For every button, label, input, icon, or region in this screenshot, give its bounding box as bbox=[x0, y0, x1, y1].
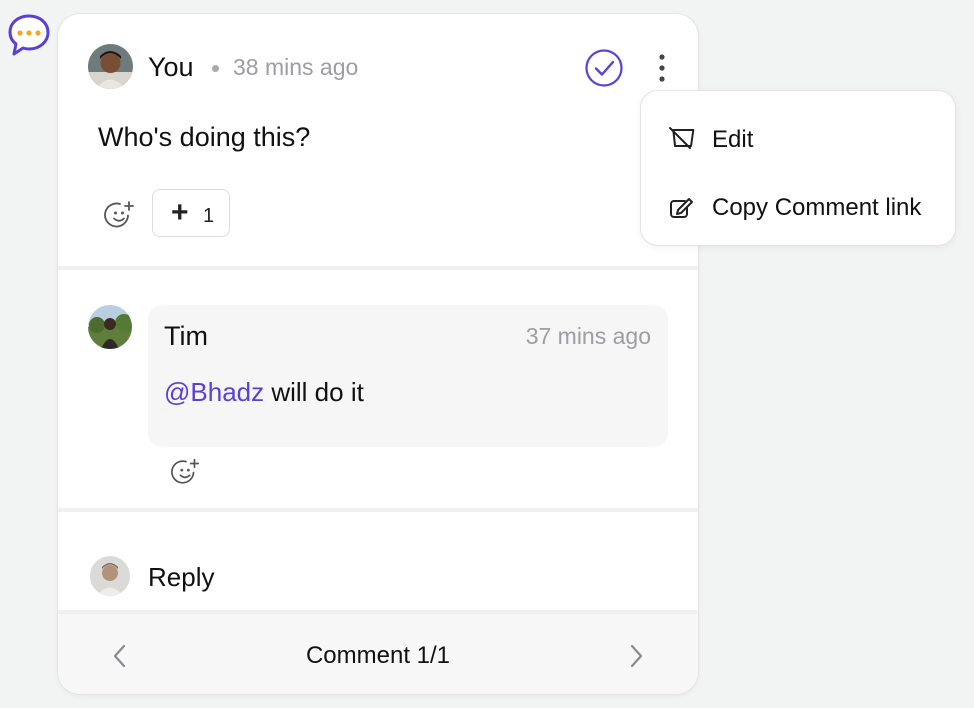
comment-options-menu: Edit Copy Comment link bbox=[640, 90, 956, 246]
avatar bbox=[90, 556, 130, 596]
menu-item-label: Copy Comment link bbox=[712, 194, 922, 221]
comment-bubble-icon[interactable] bbox=[6, 12, 52, 58]
reaction-plus-one-button[interactable]: + 1 bbox=[152, 189, 230, 237]
comment-timestamp: 38 mins ago bbox=[233, 54, 359, 80]
reaction-count: 1 bbox=[203, 205, 215, 227]
menu-item-copy-comment-link[interactable]: Copy Comment link bbox=[641, 177, 957, 237]
separator-dot bbox=[212, 65, 219, 72]
avatar bbox=[88, 305, 132, 349]
reply-input-row: Reply bbox=[58, 512, 698, 610]
edit-icon bbox=[669, 127, 695, 149]
reply-timestamp: 37 mins ago bbox=[525, 323, 651, 349]
reply-input[interactable]: Reply bbox=[148, 562, 214, 593]
more-options-icon[interactable] bbox=[648, 52, 676, 84]
add-reaction-icon[interactable] bbox=[103, 198, 137, 232]
add-reaction-icon[interactable] bbox=[170, 456, 202, 488]
copy-link-icon bbox=[670, 198, 693, 218]
comment-text: Who's doing this? bbox=[98, 122, 311, 152]
comment-thread-card: You 38 mins ago Who's doing this? + 1 Ti… bbox=[58, 14, 698, 694]
comment-navigation: Comment 1/1 bbox=[58, 614, 698, 694]
chevron-right-icon[interactable] bbox=[624, 642, 648, 670]
avatar bbox=[88, 44, 133, 89]
resolve-check-icon[interactable] bbox=[584, 48, 624, 88]
menu-item-edit[interactable]: Edit bbox=[641, 109, 957, 169]
reply-text: @Bhadz will do it bbox=[164, 377, 364, 408]
reply-comment: Tim 37 mins ago @Bhadz will do it bbox=[58, 270, 698, 508]
comment-counter: Comment 1/1 bbox=[305, 642, 451, 669]
user-mention[interactable]: @Bhadz bbox=[164, 377, 264, 407]
comment-author: You bbox=[148, 52, 194, 82]
reply-body: will do it bbox=[264, 377, 364, 407]
reply-bubble: Tim 37 mins ago @Bhadz will do it bbox=[148, 305, 668, 447]
reply-author: Tim bbox=[164, 321, 208, 351]
main-comment: You 38 mins ago Who's doing this? + 1 bbox=[58, 14, 698, 266]
plus-reaction-symbol: + bbox=[171, 196, 189, 229]
menu-item-label: Edit bbox=[712, 126, 754, 153]
